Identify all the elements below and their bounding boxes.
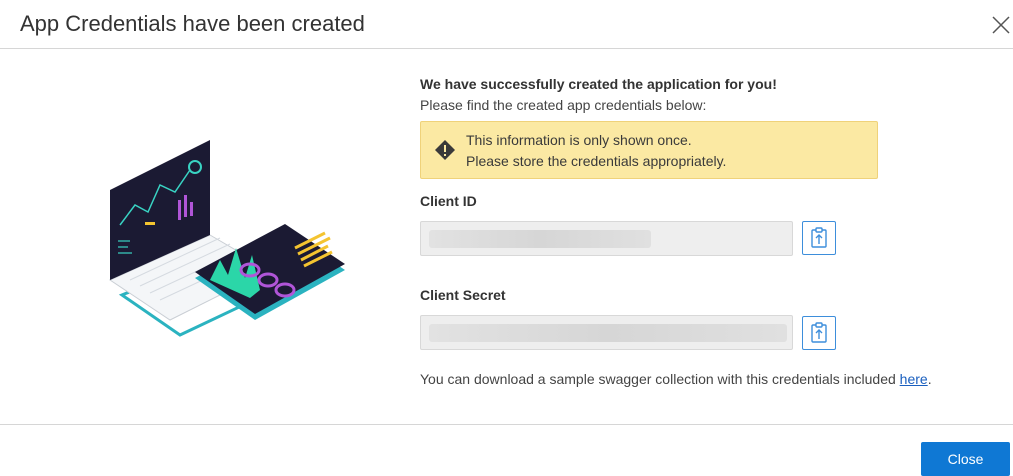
client-id-value-masked [429, 230, 651, 248]
dialog-header: App Credentials have been created [0, 0, 1013, 49]
footnote-text: You can download a sample swagger collec… [420, 371, 900, 387]
warning-diamond-icon [435, 140, 455, 160]
swagger-footnote: You can download a sample swagger collec… [420, 371, 932, 387]
success-subheading: Please find the created app credentials … [420, 97, 707, 113]
close-icon[interactable] [990, 14, 1012, 36]
client-secret-label: Client Secret [420, 287, 506, 303]
client-id-field[interactable] [420, 221, 793, 256]
warning-text-line1: This information is only shown once. [466, 132, 692, 148]
client-secret-value-masked [429, 324, 787, 342]
clipboard-copy-icon [811, 227, 827, 248]
clipboard-copy-icon [811, 322, 827, 343]
copy-client-id-button[interactable] [802, 221, 836, 255]
swagger-download-link[interactable]: here [900, 371, 928, 387]
footer-divider [0, 424, 1013, 425]
copy-client-secret-button[interactable] [802, 316, 836, 350]
client-id-label: Client ID [420, 193, 477, 209]
footnote-suffix: . [927, 371, 932, 387]
close-button[interactable]: Close [921, 442, 1010, 476]
success-heading: We have successfully created the applica… [420, 76, 777, 92]
client-secret-field[interactable] [420, 315, 793, 350]
dialog-title: App Credentials have been created [20, 11, 365, 36]
warning-text-line2: Please store the credentials appropriate… [466, 153, 727, 169]
warning-banner: This information is only shown once. Ple… [420, 121, 878, 179]
laptop-dashboard-illustration [108, 140, 345, 337]
